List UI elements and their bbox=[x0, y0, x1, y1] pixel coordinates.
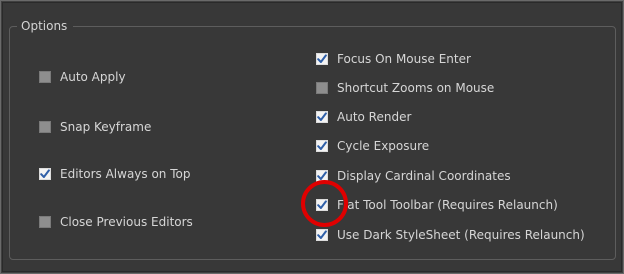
checkbox-cycle-exposure[interactable] bbox=[316, 140, 328, 152]
option-label: Close Previous Editors bbox=[60, 215, 193, 229]
option-focus-on-mouse-enter[interactable]: Focus On Mouse Enter bbox=[316, 50, 471, 68]
checkbox-auto-render[interactable] bbox=[316, 111, 328, 123]
checkbox-use-dark-stylesheet[interactable] bbox=[316, 229, 328, 241]
option-label: Editors Always on Top bbox=[60, 167, 191, 181]
option-cycle-exposure[interactable]: Cycle Exposure bbox=[316, 137, 429, 155]
checkbox-display-cardinal-coordinates[interactable] bbox=[316, 170, 328, 182]
check-mark-icon bbox=[317, 112, 327, 121]
option-auto-apply[interactable]: Auto Apply bbox=[39, 68, 126, 86]
option-shortcut-zooms-on-mouse[interactable]: Shortcut Zooms on Mouse bbox=[316, 79, 494, 97]
option-label: Auto Render bbox=[337, 110, 412, 124]
checkbox-auto-apply[interactable] bbox=[39, 71, 51, 83]
option-label: Display Cardinal Coordinates bbox=[337, 169, 511, 183]
option-flat-tool-toolbar[interactable]: Flat Tool Toolbar (Requires Relaunch) bbox=[316, 196, 558, 214]
check-mark-icon bbox=[317, 171, 327, 180]
option-label: Focus On Mouse Enter bbox=[337, 52, 471, 66]
option-label: Snap Keyframe bbox=[60, 120, 152, 134]
check-mark-icon bbox=[40, 169, 50, 178]
check-mark-icon bbox=[317, 200, 327, 209]
checkbox-editors-always-on-top[interactable] bbox=[39, 168, 51, 180]
option-label: Cycle Exposure bbox=[337, 139, 430, 153]
option-editors-always-on-top[interactable]: Editors Always on Top bbox=[39, 165, 190, 183]
option-snap-keyframe[interactable]: Snap Keyframe bbox=[39, 118, 151, 136]
checkbox-snap-keyframe[interactable] bbox=[39, 121, 51, 133]
option-label: Use Dark StyleSheet (Requires Relaunch) bbox=[337, 228, 585, 242]
checkbox-close-previous-editors[interactable] bbox=[39, 216, 51, 228]
options-group-title: Options bbox=[17, 18, 74, 34]
checkbox-flat-tool-toolbar[interactable] bbox=[316, 199, 328, 211]
check-mark-icon bbox=[317, 141, 327, 150]
option-label: Shortcut Zooms on Mouse bbox=[337, 81, 495, 95]
option-close-previous-editors[interactable]: Close Previous Editors bbox=[39, 213, 193, 231]
checkbox-focus-on-mouse-enter[interactable] bbox=[316, 53, 328, 65]
option-label: Flat Tool Toolbar (Requires Relaunch) bbox=[337, 198, 558, 212]
check-mark-icon bbox=[317, 54, 327, 63]
option-auto-render[interactable]: Auto Render bbox=[316, 108, 411, 126]
option-display-cardinal-coordinates[interactable]: Display Cardinal Coordinates bbox=[316, 167, 511, 185]
check-mark-icon bbox=[317, 230, 327, 239]
checkbox-shortcut-zooms-on-mouse[interactable] bbox=[316, 82, 328, 94]
option-label: Auto Apply bbox=[60, 70, 126, 84]
option-use-dark-stylesheet[interactable]: Use Dark StyleSheet (Requires Relaunch) bbox=[316, 226, 585, 244]
